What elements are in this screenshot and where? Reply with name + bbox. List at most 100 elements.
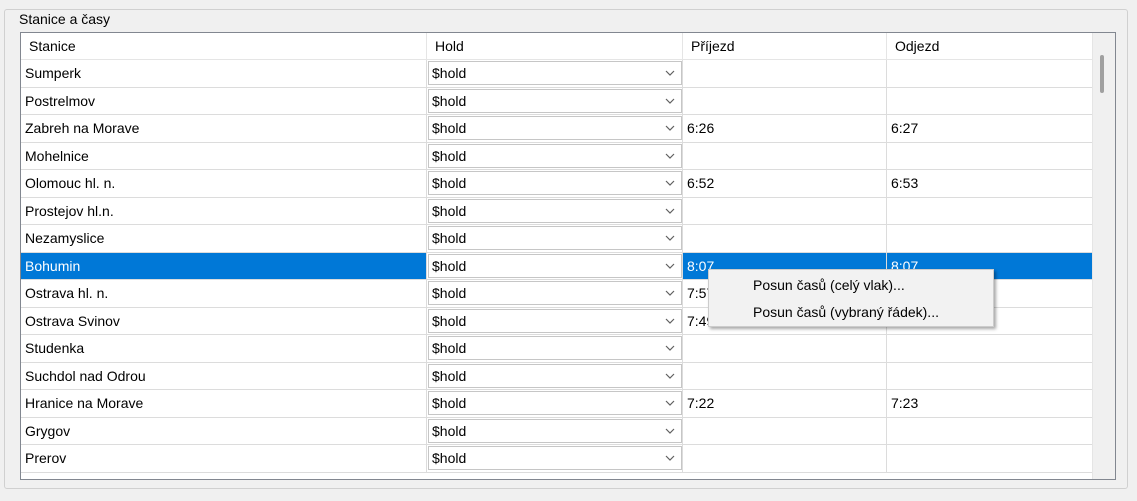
departure-cell[interactable] [887, 197, 1093, 225]
hold-combobox[interactable]: $hold [428, 61, 682, 85]
hold-cell: $hold [427, 445, 683, 473]
table-row[interactable]: Olomouc hl. n. $hold 6:52 6:53 [21, 170, 1093, 198]
table-row[interactable]: Suchdol nad Odrou $hold [21, 362, 1093, 390]
arrival-cell[interactable]: 6:26 [683, 115, 887, 143]
hold-combobox[interactable]: $hold [428, 226, 682, 250]
menu-item-shift-times-selected-row[interactable]: Posun časů (vybraný řádek)... [709, 300, 993, 324]
table-row[interactable]: Nezamyslice $hold [21, 225, 1093, 253]
scrollbar-thumb[interactable] [1100, 55, 1104, 93]
station-cell[interactable]: Zabreh na Morave [21, 115, 427, 143]
departure-cell[interactable] [887, 142, 1093, 170]
stations-grid[interactable]: Stanice Hold Příjezd Odjezd Sumperk $hold… [20, 32, 1116, 480]
column-header-departure[interactable]: Odjezd [887, 33, 1093, 59]
station-cell[interactable]: Studenka [21, 335, 427, 363]
chevron-down-icon[interactable] [659, 145, 681, 167]
departure-cell[interactable]: 6:53 [887, 170, 1093, 198]
hold-combobox[interactable]: $hold [428, 446, 682, 470]
hold-combobox[interactable]: $hold [428, 281, 682, 305]
arrival-cell[interactable]: 6:52 [683, 170, 887, 198]
station-cell[interactable]: Ostrava Svinov [21, 307, 427, 335]
station-cell[interactable]: Olomouc hl. n. [21, 170, 427, 198]
hold-cell: $hold [427, 417, 683, 445]
arrival-cell[interactable] [683, 335, 887, 363]
hold-cell: $hold [427, 197, 683, 225]
station-cell[interactable]: Prostejov hl.n. [21, 197, 427, 225]
hold-value: $hold [432, 147, 467, 164]
table-row[interactable]: Hranice na Morave $hold 7:22 7:23 [21, 390, 1093, 418]
arrival-cell[interactable] [683, 445, 887, 473]
station-cell[interactable]: Prerov [21, 445, 427, 473]
column-header-hold[interactable]: Hold [427, 33, 683, 59]
grid-header: Stanice Hold Příjezd Odjezd [21, 33, 1093, 60]
hold-combobox[interactable]: $hold [428, 116, 682, 140]
station-cell[interactable]: Suchdol nad Odrou [21, 362, 427, 390]
station-cell[interactable]: Sumperk [21, 60, 427, 88]
departure-cell[interactable] [887, 87, 1093, 115]
hold-combobox[interactable]: $hold [428, 391, 682, 415]
hold-combobox[interactable]: $hold [428, 253, 682, 278]
chevron-down-icon[interactable] [659, 117, 681, 139]
station-cell[interactable]: Postrelmov [21, 87, 427, 115]
station-cell[interactable]: Bohumin [21, 252, 427, 280]
arrival-cell[interactable] [683, 87, 887, 115]
column-header-arrival[interactable]: Příjezd [683, 33, 887, 59]
hold-combobox[interactable]: $hold [428, 308, 682, 333]
hold-cell: $hold [427, 115, 683, 143]
chevron-down-icon[interactable] [659, 310, 681, 332]
chevron-down-icon[interactable] [659, 337, 681, 359]
hold-value: $hold [432, 175, 467, 191]
departure-cell[interactable] [887, 417, 1093, 445]
hold-combobox[interactable]: $hold [428, 171, 682, 195]
departure-cell[interactable] [887, 335, 1093, 363]
column-header-station[interactable]: Stanice [21, 33, 427, 59]
hold-combobox[interactable]: $hold [428, 418, 682, 443]
chevron-down-icon[interactable] [659, 172, 681, 194]
table-row[interactable]: Studenka $hold [21, 335, 1093, 363]
table-row[interactable]: Prostejov hl.n. $hold [21, 197, 1093, 225]
table-row[interactable]: Prerov $hold [21, 445, 1093, 473]
chevron-down-icon[interactable] [659, 392, 681, 414]
hold-cell: $hold [427, 307, 683, 335]
arrival-cell[interactable] [683, 142, 887, 170]
hold-cell: $hold [427, 170, 683, 198]
table-row[interactable]: Mohelnice $hold [21, 142, 1093, 170]
table-row[interactable]: Postrelmov $hold [21, 87, 1093, 115]
chevron-down-icon[interactable] [659, 227, 681, 249]
arrival-cell[interactable] [683, 197, 887, 225]
chevron-down-icon[interactable] [659, 90, 681, 112]
departure-cell[interactable]: 7:23 [887, 390, 1093, 418]
departure-cell[interactable] [887, 445, 1093, 473]
departure-cell[interactable] [887, 362, 1093, 390]
hold-combobox[interactable]: $hold [428, 198, 682, 223]
menu-item-shift-times-whole-train[interactable]: Posun časů (celý vlak)... [709, 273, 993, 297]
chevron-down-icon[interactable] [659, 62, 681, 84]
hold-combobox[interactable]: $hold [428, 143, 682, 168]
vertical-scrollbar[interactable] [1092, 33, 1115, 479]
station-cell[interactable]: Grygov [21, 417, 427, 445]
arrival-cell[interactable] [683, 417, 887, 445]
departure-cell[interactable]: 6:27 [887, 115, 1093, 143]
arrival-cell[interactable] [683, 362, 887, 390]
hold-combobox[interactable]: $hold [428, 363, 682, 388]
station-cell[interactable]: Ostrava hl. n. [21, 280, 427, 308]
departure-cell[interactable] [887, 225, 1093, 253]
departure-cell[interactable] [887, 60, 1093, 88]
station-cell[interactable]: Nezamyslice [21, 225, 427, 253]
chevron-down-icon[interactable] [659, 200, 681, 222]
chevron-down-icon[interactable] [659, 420, 681, 442]
table-row[interactable]: Sumperk $hold [21, 60, 1093, 88]
chevron-down-icon[interactable] [659, 447, 681, 469]
table-row[interactable]: Zabreh na Morave $hold 6:26 6:27 [21, 115, 1093, 143]
chevron-down-icon[interactable] [659, 282, 681, 304]
table-row[interactable]: Grygov $hold [21, 417, 1093, 445]
hold-value: $hold [432, 92, 467, 109]
hold-combobox[interactable]: $hold [428, 88, 682, 113]
arrival-cell[interactable]: 7:22 [683, 390, 887, 418]
chevron-down-icon[interactable] [659, 255, 681, 277]
station-cell[interactable]: Mohelnice [21, 142, 427, 170]
arrival-cell[interactable] [683, 60, 887, 88]
hold-combobox[interactable]: $hold [428, 336, 682, 360]
arrival-cell[interactable] [683, 225, 887, 253]
chevron-down-icon[interactable] [659, 365, 681, 387]
station-cell[interactable]: Hranice na Morave [21, 390, 427, 418]
